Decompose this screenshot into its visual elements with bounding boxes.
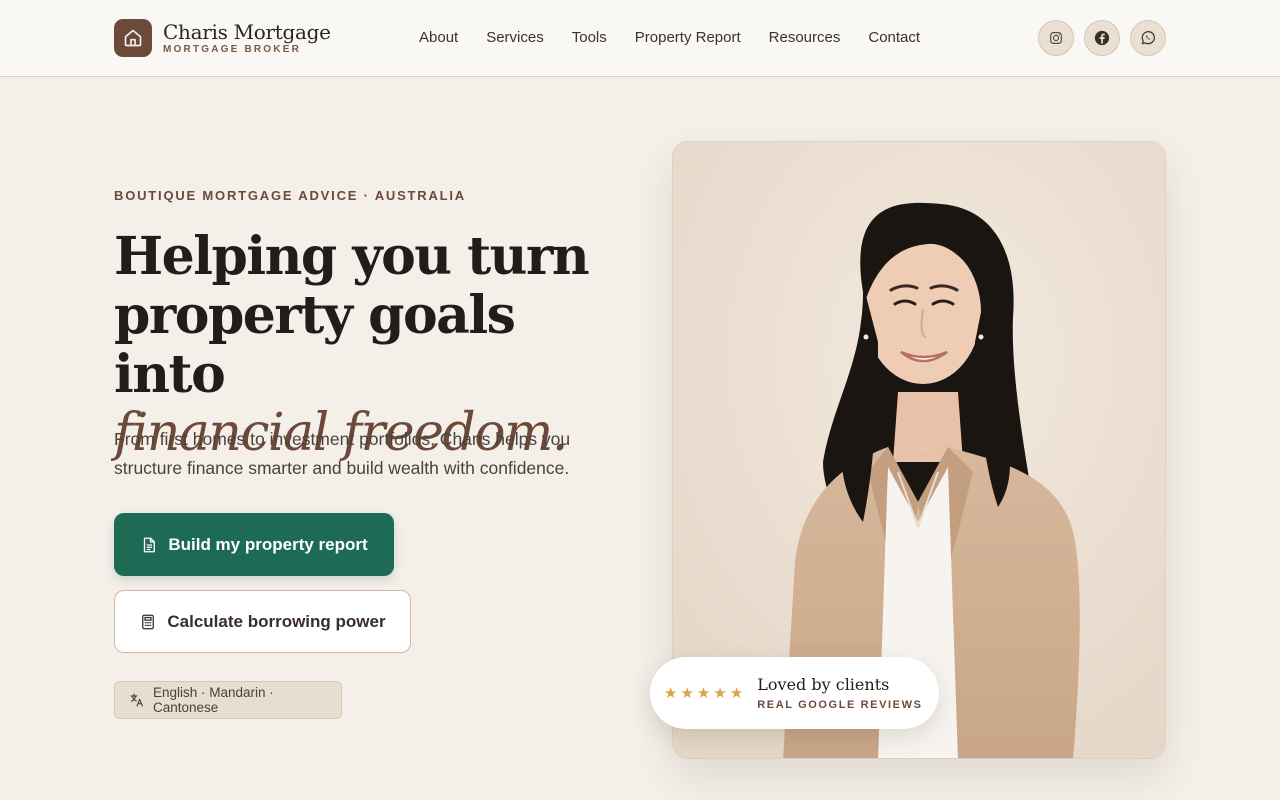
nav-resources[interactable]: Resources	[769, 28, 841, 48]
star-icon: ★	[713, 684, 727, 702]
social-links	[1038, 20, 1166, 56]
nav-contact[interactable]: Contact	[868, 28, 920, 48]
hero-eyebrow: BOUTIQUE MORTGAGE ADVICE · AUSTRALIA	[114, 188, 466, 203]
brand-tagline: MORTGAGE BROKER	[163, 44, 301, 55]
hero-lead: From first homes to investment portfolio…	[114, 429, 571, 478]
brand[interactable]: Charis Mortgage MORTGAGE BROKER	[114, 19, 331, 57]
languages-label: English · Mandarin · Cantonese	[153, 685, 274, 715]
instagram-icon[interactable]	[1038, 20, 1074, 56]
primary-cta-label: Build my property report	[168, 534, 368, 554]
main-nav: About Services Tools Property Report Res…	[419, 28, 948, 48]
translate-icon	[129, 692, 145, 708]
house-icon	[114, 19, 152, 57]
nav-about[interactable]: About	[419, 28, 458, 48]
star-icon: ★	[664, 684, 678, 702]
nav-tools[interactable]: Tools	[572, 28, 607, 48]
headline-line-1: Helping you turn	[114, 226, 590, 287]
review-badge: ★ ★ ★ ★ ★ Loved by clients REAL GOOGLE R…	[650, 657, 939, 729]
star-rating: ★ ★ ★ ★ ★	[664, 686, 743, 701]
languages-badge: English · Mandarin · Cantonese	[114, 681, 342, 719]
secondary-cta-label: Calculate borrowing power	[167, 611, 386, 631]
brand-name: Charis Mortgage	[163, 20, 331, 44]
build-property-report-button[interactable]: Build my property report	[114, 513, 394, 576]
headline-line-2: property goals into	[114, 285, 516, 405]
star-icon: ★	[696, 684, 711, 702]
star-icon: ★	[680, 684, 694, 702]
star-icon: ★	[729, 684, 744, 702]
review-title: Loved by clients	[757, 675, 890, 694]
review-subtitle: REAL GOOGLE REVIEWS	[757, 699, 923, 711]
whatsapp-icon[interactable]	[1130, 20, 1166, 56]
site-header: Charis Mortgage MORTGAGE BROKER About Se…	[0, 0, 1280, 77]
calculator-icon	[139, 613, 157, 631]
nav-property-report[interactable]: Property Report	[635, 28, 741, 48]
calculate-borrowing-power-button[interactable]: Calculate borrowing power	[114, 590, 411, 653]
nav-services[interactable]: Services	[486, 28, 544, 48]
document-icon	[140, 536, 158, 554]
facebook-icon[interactable]	[1084, 20, 1120, 56]
